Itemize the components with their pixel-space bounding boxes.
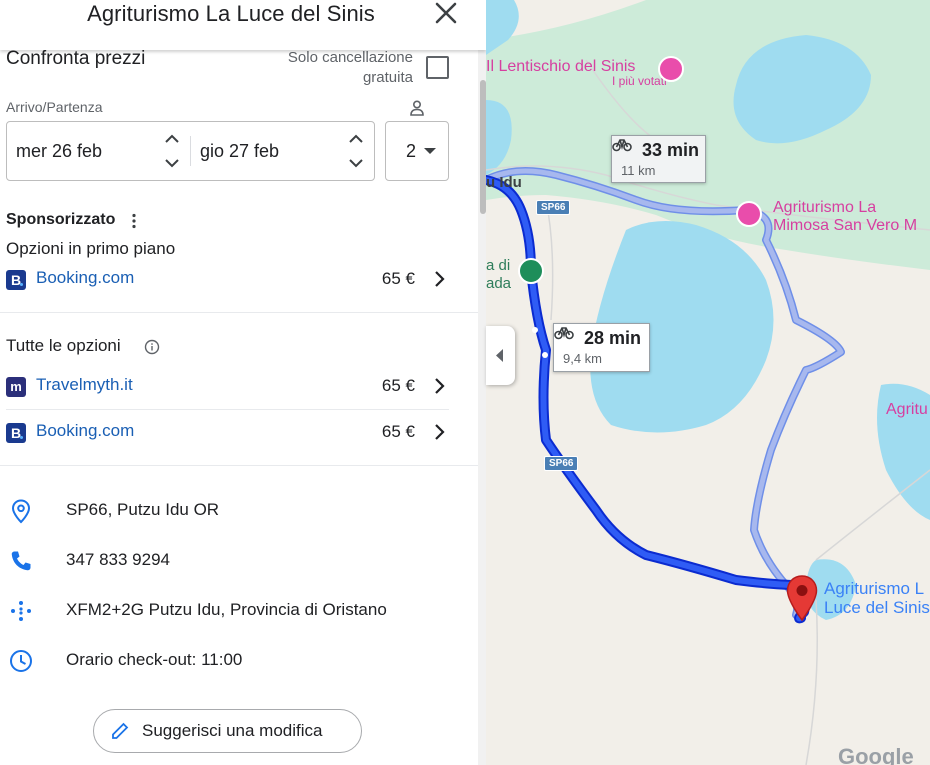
map-label-putzu-idu: u Idu	[486, 174, 522, 191]
checkout-up-icon[interactable]	[347, 132, 365, 146]
checkout-date[interactable]: gio 27 feb	[200, 141, 279, 162]
info-icon[interactable]	[144, 339, 160, 355]
plus-code-icon	[11, 601, 31, 621]
checkout-time-row[interactable]: Orario check-out: 11:00	[0, 640, 470, 680]
map-canvas[interactable]: Il Lentischio del Sinis I più votati Agr…	[486, 0, 930, 765]
page-title: Agriturismo La Luce del Sinis	[87, 1, 375, 26]
clock-icon	[10, 650, 32, 672]
panel-header: Agriturismo La Luce del Sinis	[0, 0, 486, 50]
close-icon[interactable]	[432, 0, 460, 28]
route-distance: 11 km	[621, 163, 656, 178]
compare-prices-title: Confronta prezzi	[6, 48, 146, 69]
sponsored-title: Sponsorizzato	[6, 211, 116, 228]
all-options-title: Tutte le opzioni	[6, 336, 121, 355]
guests-select[interactable]	[385, 121, 449, 181]
phone-row[interactable]: 347 833 9294	[0, 540, 470, 580]
map-label-place-a-line1: a di	[486, 257, 511, 274]
free-cancellation-checkbox[interactable]	[426, 56, 449, 79]
chevron-left-icon	[496, 349, 503, 362]
checkout-time-text: Orario check-out: 11:00	[66, 650, 243, 669]
offer-row-travelmyth[interactable]: m Travelmyth.it 65 €	[6, 371, 449, 401]
chevron-right-icon[interactable]	[433, 377, 445, 395]
partner-link[interactable]: Booking.com	[36, 421, 134, 441]
google-logo: Google	[838, 744, 914, 765]
partner-link[interactable]: Travelmyth.it	[36, 375, 133, 395]
place-panel: Agriturismo La Luce del Sinis Confronta …	[0, 0, 486, 765]
partner-link[interactable]: Booking.com	[36, 268, 134, 288]
address-text: SP66, Putzu Idu OR	[66, 500, 220, 519]
free-cancellation-label: Solo cancellazione gratuita	[287, 49, 413, 86]
section-divider	[0, 465, 478, 466]
address-row[interactable]: SP66, Putzu Idu OR	[0, 490, 470, 530]
offer-row-booking[interactable]: B Booking.com 65 €	[6, 417, 449, 447]
offer-price: 65 €	[381, 376, 415, 395]
checkout-down-icon[interactable]	[347, 156, 365, 170]
location-pin-icon	[11, 499, 31, 524]
plus-code-text: XFM2+2G Putzu Idu, Provincia di Oristano	[66, 600, 387, 619]
hotel-pin-icon[interactable]	[658, 56, 684, 82]
route-time: 33 min	[642, 140, 700, 160]
person-icon	[410, 100, 424, 116]
map-label-mimosa-line2[interactable]: Mimosa San Vero M	[773, 217, 917, 235]
offer-price: 65 €	[381, 422, 415, 441]
map-label-destination-line1[interactable]: Agriturismo L	[824, 580, 924, 598]
suggest-edit-button[interactable]: Suggerisci una modifica	[93, 709, 362, 753]
chevron-right-icon[interactable]	[433, 270, 445, 288]
checkin-up-icon[interactable]	[163, 132, 181, 146]
offer-row-booking-sponsored[interactable]: B Booking.com 65 €	[6, 264, 449, 294]
route-label-alternative[interactable]: 33 min 11 km	[611, 135, 706, 183]
park-pin-icon[interactable]	[518, 258, 544, 284]
section-divider	[0, 312, 478, 313]
map-base-layer	[486, 0, 930, 765]
hotel-pin-icon[interactable]	[736, 201, 762, 227]
more-vert-icon[interactable]	[128, 212, 140, 230]
map-label-destination-line2[interactable]: Luce del Sinis	[824, 599, 930, 617]
booking-logo-icon: B	[6, 423, 26, 443]
suggest-edit-label: Suggerisci una modifica	[142, 721, 323, 740]
travelmyth-logo-icon: m	[6, 377, 26, 397]
map-label-place-a-line2: ada	[486, 275, 512, 292]
map-label-agritu[interactable]: Agritu	[886, 401, 928, 419]
road-shield-sp66: SP66	[536, 200, 571, 215]
route-distance: 9,4 km	[563, 351, 603, 366]
collapse-panel-button[interactable]	[486, 326, 515, 385]
guests-count[interactable]: 2	[406, 141, 416, 162]
offer-price: 65 €	[381, 269, 415, 288]
road-shield-sp66: SP66	[544, 456, 579, 471]
checkin-down-icon[interactable]	[163, 156, 181, 170]
checkin-date[interactable]: mer 26 feb	[16, 141, 102, 162]
date-divider	[190, 136, 191, 166]
map-label-mimosa-line1[interactable]: Agriturismo La	[773, 199, 876, 217]
phone-text: 347 833 9294	[66, 550, 170, 569]
row-divider	[6, 409, 449, 410]
booking-logo-icon: B	[6, 270, 26, 290]
chevron-right-icon[interactable]	[433, 423, 445, 441]
featured-options-title: Opzioni in primo piano	[6, 239, 176, 258]
pencil-icon	[112, 722, 129, 739]
route-label-primary[interactable]: 28 min 9,4 km	[553, 323, 650, 372]
route-time: 28 min	[584, 328, 642, 348]
phone-icon	[11, 551, 31, 571]
destination-pin-icon[interactable]	[785, 574, 819, 624]
dates-label: Arrivo/Partenza	[6, 99, 103, 115]
bicycle-icon	[554, 327, 574, 340]
caret-down-icon[interactable]	[424, 148, 436, 154]
bicycle-icon	[612, 139, 632, 152]
plus-code-row[interactable]: XFM2+2G Putzu Idu, Provincia di Oristano	[0, 590, 470, 630]
